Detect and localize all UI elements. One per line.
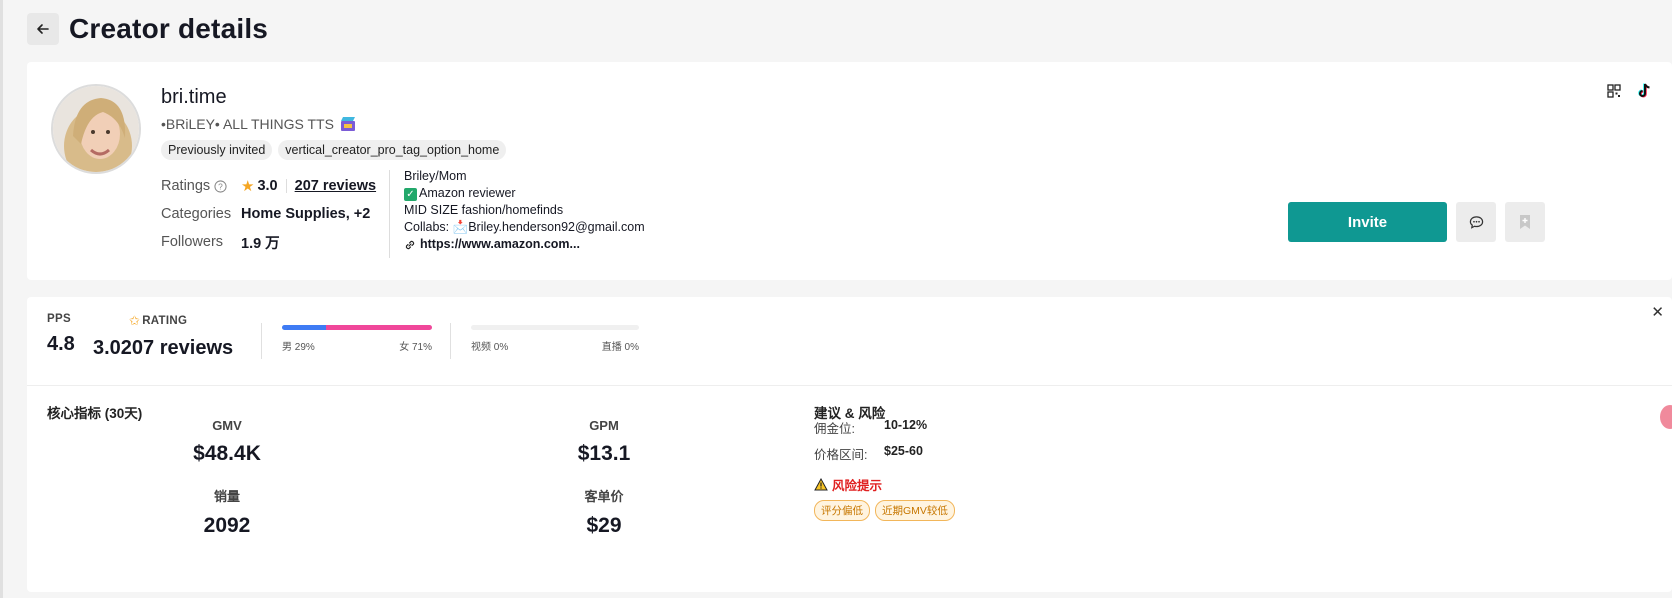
check-icon: ✓ [404,188,417,201]
risk-tags: 评分偏低 近期GMV较低 [814,500,955,521]
clapperboard-icon [340,117,355,131]
video-label: 视频 0% [471,342,509,353]
ratings-row: Ratings ? ★ 3.0 207 reviews [161,172,376,200]
invite-button[interactable]: Invite [1288,202,1447,242]
star-outline-icon: ✩ [129,313,141,328]
followers-label: Followers [161,234,224,250]
external-link[interactable]: https://www.amazon.com... [404,236,645,253]
rating-block: ✩ RATING 3.0207 reviews [93,313,243,360]
price-value: $25-60 [884,444,923,458]
reviews-link[interactable]: 207 reviews [295,178,376,194]
categories-row: Categories Home Supplies, +2 [161,200,376,228]
divider [285,179,287,193]
followers-value: 1.9 万 [241,235,280,252]
commission-value: 10-12% [884,418,928,432]
rating-value: 3.0 [257,178,278,194]
summary-row: PPS 4.8 ✩ RATING 3.0207 reviews 男 29% 女 … [47,313,639,360]
metric-gmv: GMV $48.4K [193,418,261,465]
page-header: Creator details [27,12,268,46]
categories-label: Categories [161,206,232,222]
creator-tags: Previously invited vertical_creator_pro_… [161,140,507,160]
metric-gpm: GPM $13.1 [577,418,631,465]
male-bar [282,325,326,330]
ratings-label: Ratings [161,178,211,194]
rating-label: RATING [142,315,188,327]
live-label: 直播 0% [601,342,639,353]
rating-summary-value: 3.0207 reviews [93,337,234,359]
star-icon: ★ [241,178,255,195]
tag-previously-invited: Previously invited [161,140,273,160]
risk-tag-low-rating: 评分偏低 [814,500,870,521]
risk-tag-low-gmv: 近期GMV较低 [875,500,955,521]
gender-distribution: 男 29% 女 71% [282,325,432,353]
bookmark-button[interactable] [1505,202,1545,242]
warning-icon [814,478,828,491]
followers-row: Followers 1.9 万 [161,228,376,256]
categories-value: Home Supplies, +2 [241,206,371,222]
tiktok-icon[interactable] [1633,80,1655,102]
metrics-divider [27,385,1672,386]
svg-text:?: ? [218,181,223,191]
arrow-left-icon [37,24,49,34]
top-right-icons [1603,80,1655,102]
avatar[interactable] [51,84,141,174]
desc-line-1: Briley/Mom [404,169,467,183]
female-label: 女 71% [399,342,432,353]
creator-stats: Ratings ? ★ 3.0 207 reviews Categories H… [161,172,376,256]
desc-line-2: ✓ Amazon reviewer [404,185,645,202]
link-icon [405,240,415,249]
bookmark-icon [1520,215,1530,229]
metric-sales: 销量 2092 [203,489,251,537]
summary-divider-2 [450,323,451,359]
content-distribution: 视频 0% 直播 0% [471,325,639,353]
male-label: 男 29% [282,342,315,353]
profile-card: bri.time •BRiLEY• ALL THINGS TTS Previou… [27,62,1672,280]
metrics-card: ✕ PPS 4.8 ✩ RATING 3.0207 reviews 男 29% … [27,297,1672,592]
desc-line-3: MID SIZE fashion/homefinds [404,203,564,217]
chat-icon [1469,215,1483,229]
creator-description: Briley/Mom ✓ Amazon reviewer MID SIZE fas… [404,168,645,253]
page-title: Creator details [69,13,269,44]
commission-row: 佣金位: 10-12% [814,418,927,437]
price-label: 价格区间: [814,448,868,462]
pps-block: PPS 4.8 [47,313,93,356]
creator-bio: •BRiLEY• ALL THINGS TTS [161,116,356,132]
close-icon[interactable]: ✕ [1651,303,1664,321]
commission-label: 佣金位: [814,422,855,436]
price-row: 价格区间: $25-60 [814,444,923,463]
risk-title: 风险提示 [814,475,882,494]
pps-label: PPS [47,313,71,325]
help-icon[interactable]: ? [214,179,227,193]
female-bar [325,325,432,330]
pps-value: 4.8 [47,333,75,355]
profile-actions: Invite [1288,202,1545,242]
qr-code-icon[interactable] [1603,80,1625,102]
bio-text: •BRiLEY• ALL THINGS TTS [161,116,334,132]
creator-name: bri.time [161,86,227,108]
profile-divider [389,170,390,258]
core-metrics-title: 核心指标 (30天) [47,406,143,421]
desc-line-4: Collabs: 📩Briley.henderson92@gmail.com [404,220,645,234]
message-button[interactable] [1456,202,1496,242]
left-border [0,0,3,598]
back-button[interactable] [27,13,59,45]
summary-divider [261,323,262,359]
metric-aov: 客单价 $29 [584,489,624,537]
tag-vertical-creator: vertical_creator_pro_tag_option_home [278,140,507,160]
